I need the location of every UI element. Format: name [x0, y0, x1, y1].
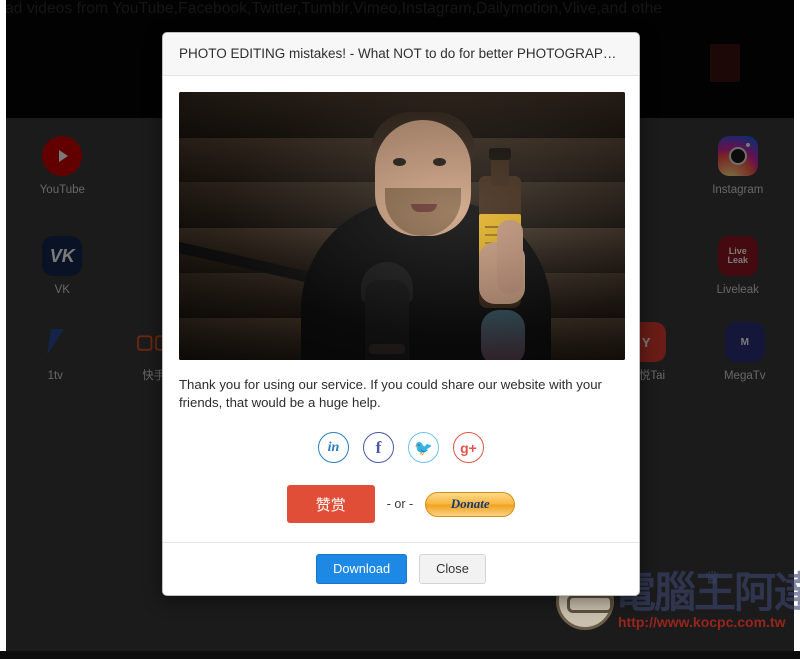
linkedin-share-button[interactable]: in	[318, 432, 349, 463]
twitter-share-button[interactable]: 🐦	[408, 432, 439, 463]
video-thumbnail	[179, 92, 625, 360]
site-tile-vk[interactable]: VK VK	[6, 230, 119, 316]
instagram-icon	[717, 136, 758, 176]
site-tile-label: MegaTv	[723, 370, 766, 382]
site-tile-label: 1tv	[47, 370, 63, 382]
modal-header: PHOTO EDITING mistakes! - What NOT to do…	[163, 33, 639, 76]
twitter-icon: 🐦	[414, 439, 433, 457]
social-share-row: in f 🐦 g+	[179, 432, 623, 463]
modal-footer: Download Close	[163, 542, 639, 595]
modal-title: PHOTO EDITING mistakes! - What NOT to do…	[179, 46, 623, 61]
facebook-share-button[interactable]: f	[363, 432, 394, 463]
screenshot-root: nload videos from YouTube,Facebook,Twitt…	[0, 0, 800, 659]
donate-row: 赞赏 - or - Donate	[179, 485, 623, 523]
site-tile-instagram[interactable]: Instagram	[681, 118, 794, 230]
youtube-icon	[42, 136, 83, 176]
thumbnail-vignette	[179, 92, 625, 360]
header-cta-button[interactable]	[710, 44, 740, 82]
liveleak-icon: Live Leak	[717, 236, 758, 276]
site-tile-1tv[interactable]: 1tv	[6, 316, 105, 402]
site-tile-megatv[interactable]: M MegaTv	[696, 316, 795, 402]
site-tile-label: Liveleak	[716, 284, 759, 296]
download-button[interactable]: Download	[316, 554, 408, 584]
close-button[interactable]: Close	[419, 554, 486, 584]
banner-headline: nload videos from YouTube,Facebook,Twitt…	[6, 0, 663, 17]
site-tile-liveleak[interactable]: Live Leak Liveleak	[681, 230, 794, 316]
paypal-donate-button[interactable]: Donate	[425, 491, 516, 517]
modal-body: Thank you for using our service. If you …	[163, 76, 639, 542]
linkedin-icon: in	[327, 439, 340, 455]
site-tile-label: VK	[54, 284, 70, 296]
googleplus-share-button[interactable]: g+	[453, 432, 484, 463]
site-tile-label: YouTube	[39, 184, 85, 196]
share-prompt-text: Thank you for using our service. If you …	[179, 377, 602, 410]
facebook-icon: f	[375, 437, 382, 457]
site-tile-youtube[interactable]: YouTube	[6, 118, 119, 230]
share-modal: PHOTO EDITING mistakes! - What NOT to do…	[162, 32, 640, 596]
megatv-icon: M	[724, 322, 765, 362]
vk-icon: VK	[42, 236, 83, 276]
or-separator-label: - or -	[386, 497, 414, 511]
zanshang-reward-button[interactable]: 赞赏	[286, 485, 375, 523]
1tv-icon	[35, 322, 75, 362]
page-bottom-strip	[0, 651, 800, 659]
googleplus-icon: g+	[460, 439, 477, 456]
site-tile-label: Instagram	[712, 184, 764, 196]
